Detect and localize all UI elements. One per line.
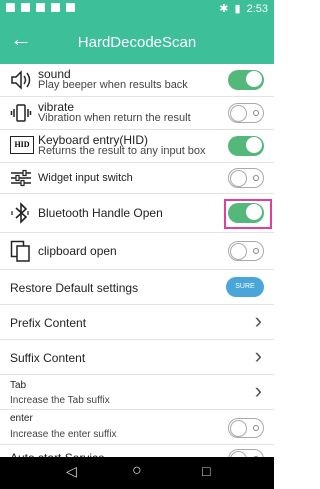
setting-keyboard-entry[interactable]: HID Keyboard entry(HID) Returns the resu… bbox=[0, 130, 274, 163]
setting-description: Increase the Tab suffix bbox=[10, 395, 110, 406]
nav-home-icon[interactable]: ○ bbox=[132, 462, 142, 480]
setting-description: Play beeper when results back bbox=[38, 79, 188, 91]
nav-recents-icon[interactable]: □ bbox=[202, 463, 210, 479]
nav-back-icon[interactable]: ◁ bbox=[66, 463, 77, 480]
setting-description: Returns the result to any input box bbox=[38, 145, 206, 157]
vibrate-icon bbox=[10, 104, 32, 122]
setting-tab-suffix[interactable]: Tab Increase the Tab suffix › bbox=[0, 375, 274, 410]
bluetooth-icon bbox=[11, 202, 29, 224]
barcode-notification-icon bbox=[51, 3, 60, 12]
vibrate-toggle[interactable] bbox=[228, 103, 264, 123]
widget-input-toggle[interactable] bbox=[228, 168, 264, 188]
setting-label: Widget input switch bbox=[38, 172, 133, 184]
setting-label: Bluetooth Handle Open bbox=[38, 206, 163, 220]
settings-notification-icon bbox=[6, 3, 15, 12]
status-time: 2:53 bbox=[246, 2, 268, 15]
setting-label: enter bbox=[10, 413, 33, 424]
sd-notification-icon bbox=[66, 3, 75, 12]
setting-widget-input-switch[interactable]: Widget input switch bbox=[0, 163, 274, 194]
sliders-icon bbox=[11, 169, 31, 187]
keyboard-entry-toggle[interactable] bbox=[228, 136, 264, 156]
system-indicators: ✱ ▮ 2:53 bbox=[219, 2, 268, 16]
bluetooth-handle-toggle[interactable] bbox=[228, 203, 264, 223]
page-title: HardDecodeScan bbox=[77, 34, 197, 51]
speaker-icon bbox=[11, 70, 31, 90]
enter-suffix-toggle[interactable] bbox=[228, 418, 264, 438]
hid-icon: HID bbox=[10, 136, 34, 154]
setting-bluetooth-handle[interactable]: Bluetooth Handle Open bbox=[0, 194, 274, 233]
notification-icons bbox=[6, 3, 75, 12]
chevron-right-icon: › bbox=[254, 343, 262, 368]
setting-restore-defaults: Restore Default settings SURE bbox=[0, 270, 274, 305]
setting-label: clipboard open bbox=[38, 244, 117, 258]
setting-prefix-content[interactable]: Prefix Content › bbox=[0, 305, 274, 340]
setting-suffix-content[interactable]: Suffix Content › bbox=[0, 340, 274, 375]
setting-description: Vibration when return the result bbox=[38, 112, 191, 124]
bluetooth-status-icon: ✱ bbox=[219, 3, 229, 15]
clipboard-toggle[interactable] bbox=[228, 241, 264, 261]
setting-label: Suffix Content bbox=[10, 351, 86, 365]
sure-button[interactable]: SURE bbox=[226, 277, 264, 297]
app-bar: ← HardDecodeScan bbox=[0, 18, 274, 64]
setting-label: Tab bbox=[10, 380, 27, 391]
status-bar: ✱ ▮ 2:53 bbox=[0, 0, 274, 18]
setting-sound[interactable]: sound Play beeper when results back bbox=[0, 64, 274, 97]
image-notification-icon bbox=[36, 3, 45, 12]
chevron-right-icon: › bbox=[254, 378, 262, 403]
system-nav-bar: ◁ ○ □ bbox=[0, 457, 274, 489]
settings-list: sound Play beeper when results back vibr… bbox=[0, 64, 274, 471]
setting-clipboard[interactable]: clipboard open bbox=[0, 233, 274, 270]
setting-vibrate[interactable]: vibrate Vibration when return the result bbox=[0, 97, 274, 130]
battery-icon: ▮ bbox=[234, 3, 241, 15]
setting-enter-suffix[interactable]: enter Increase the enter suffix bbox=[0, 410, 274, 445]
app-notification-icon bbox=[21, 3, 30, 12]
sound-toggle[interactable] bbox=[228, 70, 264, 90]
clipboard-icon bbox=[10, 240, 30, 262]
setting-description: Increase the enter suffix bbox=[10, 429, 117, 440]
chevron-right-icon: › bbox=[254, 308, 262, 333]
setting-label: Prefix Content bbox=[10, 316, 87, 330]
setting-label: Restore Default settings bbox=[10, 281, 139, 295]
